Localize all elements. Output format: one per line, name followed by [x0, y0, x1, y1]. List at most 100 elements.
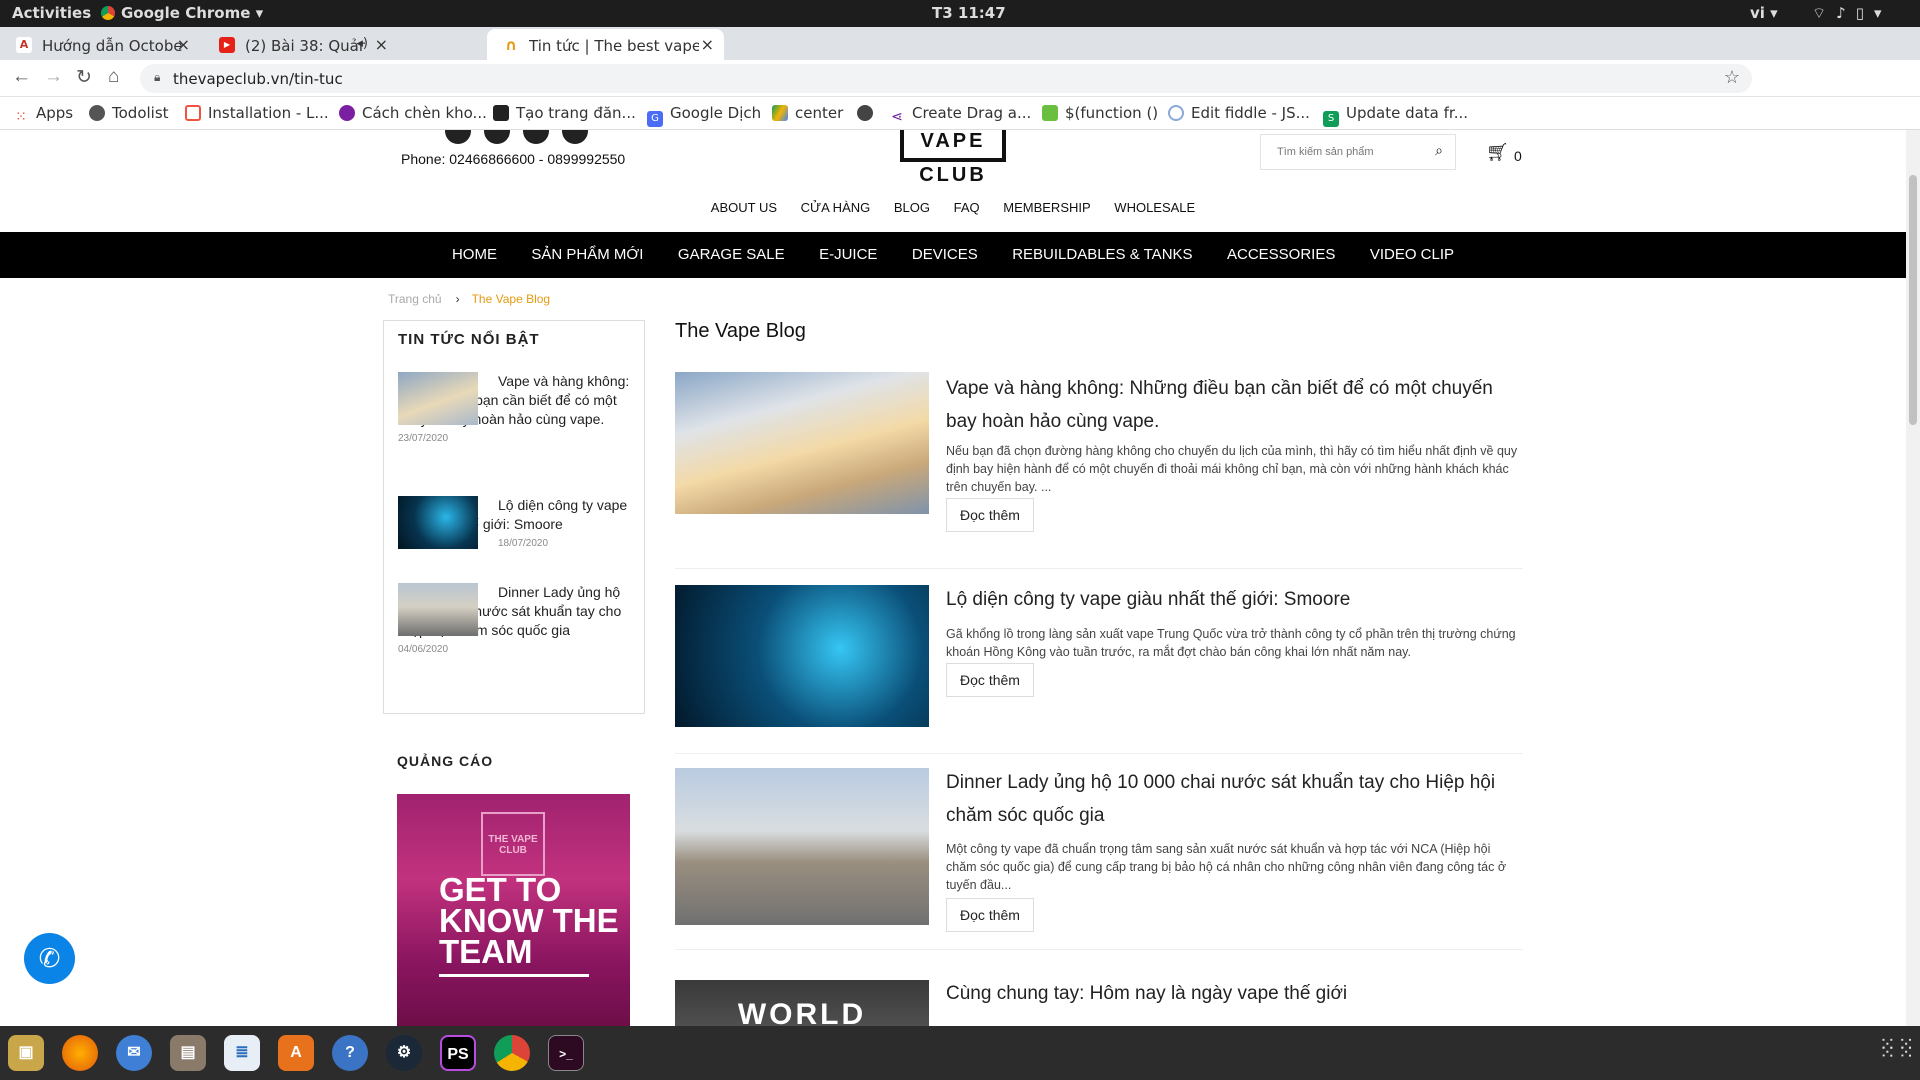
bookmark-cach-chen[interactable]: Cách chèn kho...: [339, 104, 487, 122]
nav-about-us[interactable]: ABOUT US: [711, 200, 777, 215]
bookmark-label: Apps: [36, 104, 74, 122]
tab-label: Hướng dẫn OctoberCMS: [42, 37, 182, 55]
activities-button[interactable]: Activities: [12, 4, 91, 22]
app-menu[interactable]: Google Chrome ▾: [101, 4, 263, 22]
nav-faq[interactable]: FAQ: [954, 200, 980, 215]
post-image-airplane[interactable]: [675, 372, 929, 514]
bookmark-center[interactable]: center: [772, 104, 843, 122]
clock[interactable]: T3 11:47: [932, 4, 1006, 22]
post-title[interactable]: Cùng chung tay: Hôm nay là ngày vape thế…: [946, 977, 1523, 1010]
facebook-icon[interactable]: [445, 130, 471, 144]
featured-item-date: 23/07/2020: [398, 433, 449, 444]
system-tray[interactable]: ⌔♪▯▾: [1812, 4, 1891, 23]
featured-item[interactable]: Lộ diện công ty vape giàu nhất thế giới:…: [398, 496, 630, 549]
nav-garage-sale[interactable]: GARAGE SALE: [678, 232, 785, 278]
scrollbar-thumb[interactable]: [1909, 175, 1917, 425]
bookmark-globe[interactable]: [857, 104, 880, 122]
ad-banner[interactable]: THE VAPE CLUB GET TO KNOW THE TEAM: [397, 794, 630, 1026]
stock-thumbnail[interactable]: [398, 496, 478, 549]
twitter-icon[interactable]: [562, 130, 588, 144]
audio-icon[interactable]: ◂): [356, 36, 368, 51]
input-language[interactable]: vi ▾: [1750, 4, 1778, 22]
breadcrumb-separator: ›: [455, 292, 460, 306]
nav-e-juice[interactable]: E-JUICE: [819, 232, 877, 278]
bookmark-installation[interactable]: Installation - L...: [185, 104, 329, 122]
bookmark-tao-trang[interactable]: Tạo trang đăn...: [493, 104, 636, 122]
featured-item[interactable]: Vape và hàng không: Những điều bạn cần b…: [398, 372, 630, 444]
read-more-button[interactable]: Đọc thêm: [946, 663, 1034, 697]
steam-icon[interactable]: ⚙: [386, 1035, 422, 1071]
cart-icon[interactable]: 🛒︎: [1486, 142, 1509, 163]
bookmark-function[interactable]: $(function (): [1042, 104, 1158, 122]
read-more-button[interactable]: Đọc thêm: [946, 498, 1034, 532]
show-applications-icon[interactable]: ⁙⁙⁙⁙⁙⁙: [1879, 1035, 1920, 1063]
nav-video-clip[interactable]: VIDEO CLIP: [1370, 232, 1454, 278]
bookmark-edit-fiddle[interactable]: Edit fiddle - JS...: [1168, 104, 1310, 122]
bookmark-label: Installation - L...: [208, 104, 329, 122]
post-title[interactable]: Vape và hàng không: Những điều bạn cần b…: [946, 372, 1523, 438]
tab-vapeclub[interactable]: ∩ Tin tức | The best vape sh ×: [487, 29, 724, 60]
read-more-button[interactable]: Đọc thêm: [946, 898, 1034, 932]
nav-home[interactable]: HOME: [452, 232, 497, 278]
page-scrollbar[interactable]: [1906, 130, 1920, 1026]
search-input[interactable]: Tìm kiếm sản phẩm: [1277, 146, 1374, 158]
terminal-icon[interactable]: >_: [548, 1035, 584, 1071]
instagram-icon[interactable]: [484, 130, 510, 144]
close-tab-icon[interactable]: ×: [177, 35, 190, 54]
bookmark-apps[interactable]: ⁙ Apps: [13, 104, 73, 125]
address-bar[interactable]: 🔒︎ thevapeclub.vn/tin-tuc ☆: [140, 64, 1752, 93]
home-button[interactable]: ⌂: [108, 66, 119, 88]
warehouse-thumbnail[interactable]: [398, 583, 478, 636]
breadcrumb-home[interactable]: Trang chủ: [388, 292, 442, 306]
post-image-world[interactable]: WORLD: [675, 980, 929, 1026]
writer-icon[interactable]: ≣: [224, 1035, 260, 1071]
post-title[interactable]: Lộ diện công ty vape giàu nhất thế giới:…: [946, 583, 1523, 616]
back-button[interactable]: ←: [12, 66, 31, 88]
phone-call-button[interactable]: ✆: [24, 933, 75, 984]
featured-item[interactable]: Dinner Lady ủng hộ 10 000 chai nước sát …: [398, 583, 630, 655]
post-image-stock[interactable]: [675, 585, 929, 727]
bookmark-create-drag[interactable]: ⋖ Create Drag a...: [889, 104, 1031, 125]
bookmark-google-dich[interactable]: G Google Dịch: [647, 104, 761, 127]
bookmark-update-data[interactable]: S Update data fr...: [1323, 104, 1468, 127]
help-icon[interactable]: ?: [332, 1035, 368, 1071]
airplane-thumbnail[interactable]: [398, 372, 478, 425]
nav-blog[interactable]: BLOG: [894, 200, 930, 215]
volume-icon: ♪: [1836, 4, 1856, 22]
product-search[interactable]: Tìm kiếm sản phẩm ⌕: [1260, 134, 1456, 170]
thunderbird-icon[interactable]: ✉: [116, 1035, 152, 1071]
nav-devices[interactable]: DEVICES: [912, 232, 978, 278]
youtube-social-icon[interactable]: [523, 130, 549, 144]
nav-wholesale[interactable]: WHOLESALE: [1114, 200, 1195, 215]
globe-icon: [89, 105, 105, 121]
ad-text: GET TO KNOW THE TEAM: [439, 871, 619, 970]
tab-octobercms[interactable]: A Hướng dẫn OctoberCMS ×: [0, 29, 200, 60]
headphones-icon: ∩: [503, 36, 519, 54]
phpstorm-icon[interactable]: PS: [440, 1035, 476, 1071]
nav-cua-hang[interactable]: CỬA HÀNG: [801, 200, 871, 215]
nav-rebuildables-tanks[interactable]: REBUILDABLES & TANKS: [1012, 232, 1192, 278]
post-image-warehouse[interactable]: [675, 768, 929, 925]
site-logo[interactable]: VAPE CLUB: [900, 130, 1006, 186]
post-title[interactable]: Dinner Lady ủng hộ 10 000 chai nước sát …: [946, 766, 1523, 832]
chrome-icon[interactable]: [494, 1035, 530, 1071]
close-tab-icon[interactable]: ×: [701, 35, 714, 54]
bookmark-todolist[interactable]: Todolist: [89, 104, 169, 122]
reload-button[interactable]: ↻: [76, 66, 92, 89]
firefox-icon[interactable]: [62, 1035, 98, 1071]
close-tab-icon[interactable]: ×: [375, 35, 388, 54]
tab-youtube[interactable]: ▶ (2) Bài 38: Quản lý đăn ◂) ×: [203, 29, 398, 60]
nav-accessories[interactable]: ACCESSORIES: [1227, 232, 1335, 278]
lock-icon[interactable]: 🔒︎: [154, 70, 160, 85]
nav-san-pham-moi[interactable]: SẢN PHẨM MỚI: [531, 232, 643, 278]
search-icon[interactable]: ⌕: [1435, 142, 1443, 159]
software-icon[interactable]: A: [278, 1035, 314, 1071]
bookmark-star-icon[interactable]: ☆: [1724, 67, 1740, 88]
nav-membership[interactable]: MEMBERSHIP: [1003, 200, 1090, 215]
forward-button[interactable]: →: [44, 66, 63, 88]
files-icon[interactable]: ▣: [8, 1035, 44, 1071]
bookmark-label: center: [795, 104, 844, 122]
phone-icon: ✆: [38, 943, 61, 973]
bookmark-label: $(function (): [1065, 104, 1159, 122]
archive-icon[interactable]: ▤: [170, 1035, 206, 1071]
